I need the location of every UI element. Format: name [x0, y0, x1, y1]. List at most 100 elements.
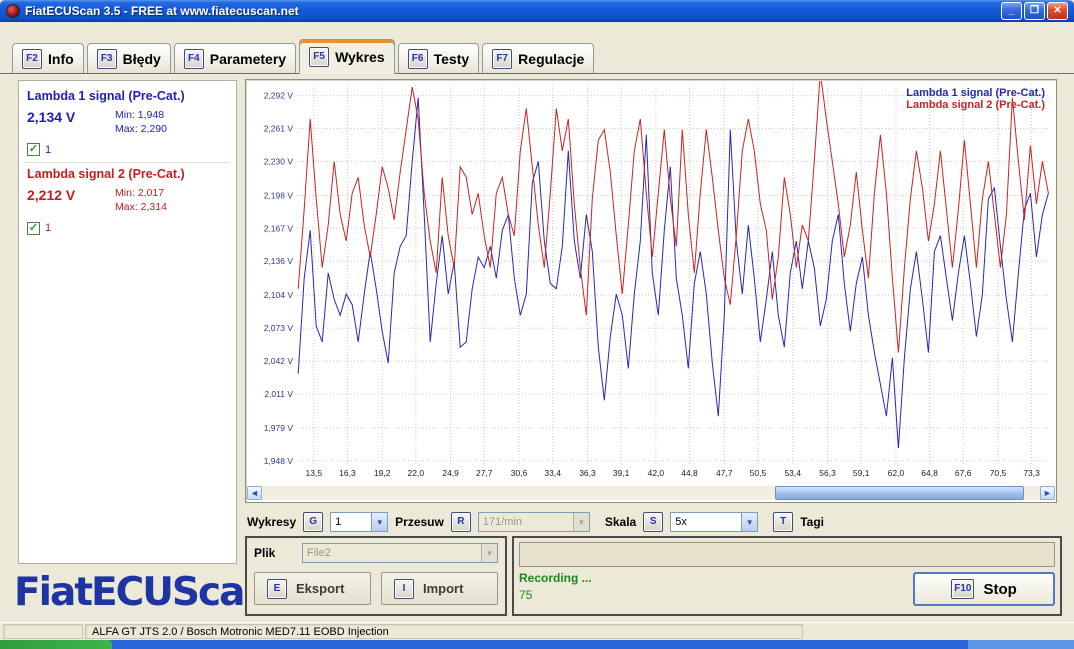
- chevron-down-icon: ▼: [481, 544, 497, 562]
- tab-info-label: Info: [48, 51, 74, 67]
- vehicle-info: ALFA GT JTS 2.0 / Bosch Motronic MED7.11…: [85, 624, 803, 639]
- file-select-value: File2: [303, 547, 481, 559]
- tagi-label: Tagi: [800, 515, 824, 529]
- f7-keycap-icon: F7: [492, 49, 512, 69]
- recording-status: Recording ...: [519, 570, 913, 587]
- svg-text:2,261 V: 2,261 V: [264, 124, 294, 134]
- svg-text:Lambda 1 signal (Pre-Cat.): Lambda 1 signal (Pre-Cat.): [906, 87, 1045, 99]
- signal2-checkbox[interactable]: ✓: [27, 222, 40, 235]
- t-key-button[interactable]: T: [773, 512, 793, 532]
- chart: 1,948 V1,979 V2,011 V2,042 V2,073 V2,104…: [247, 81, 1055, 486]
- chart-controls: Wykresy G 1 ▼ Przesuw R 171/min ▼ Skala …: [247, 510, 1059, 534]
- signal-name: Lambda signal 2 (Pre-Cat.): [27, 167, 228, 181]
- svg-text:44,8: 44,8: [681, 468, 698, 478]
- svg-text:2,104 V: 2,104 V: [264, 290, 294, 300]
- svg-text:2,167 V: 2,167 V: [264, 223, 294, 233]
- tab-bledy-label: Błędy: [123, 51, 161, 67]
- signal1-checkbox[interactable]: ✓: [27, 143, 40, 156]
- svg-text:56,3: 56,3: [819, 468, 836, 478]
- svg-text:22,0: 22,0: [408, 468, 425, 478]
- svg-text:50,5: 50,5: [750, 468, 767, 478]
- przesuw-label: Przesuw: [395, 515, 444, 529]
- file-select: File2 ▼: [302, 543, 498, 563]
- f5-keycap-icon: F5: [309, 47, 329, 67]
- svg-text:30,6: 30,6: [511, 468, 528, 478]
- svg-text:2,198 V: 2,198 V: [264, 190, 294, 200]
- tab-wykres[interactable]: F5 Wykres: [299, 39, 395, 74]
- wykres-page: Lambda 1 signal (Pre-Cat.) 2,134 V Min: …: [0, 73, 1074, 622]
- f6-keycap-icon: F6: [408, 49, 428, 69]
- import-button[interactable]: I Import: [381, 572, 498, 605]
- signal-max: Max: 2,290: [115, 123, 167, 135]
- stop-button[interactable]: F10 Stop: [913, 572, 1055, 606]
- przesuw-select-value: 171/min: [479, 516, 573, 528]
- svg-text:24,9: 24,9: [442, 468, 459, 478]
- wykresy-select-value: 1: [331, 516, 371, 528]
- tab-strip: F2 Info F3 Błędy F4 Parametery F5 Wykres…: [0, 22, 1074, 73]
- tab-testy-label: Testy: [434, 51, 470, 67]
- skala-select[interactable]: 5x ▼: [670, 512, 758, 532]
- svg-text:Lambda signal 2 (Pre-Cat.): Lambda signal 2 (Pre-Cat.): [906, 99, 1045, 111]
- svg-text:13,5: 13,5: [306, 468, 323, 478]
- scroll-right-icon[interactable]: ►: [1040, 486, 1055, 500]
- signal-channel: 1: [45, 222, 51, 234]
- fiatecuscan-logo: FiatECUScan: [14, 570, 240, 615]
- s-key-button[interactable]: S: [643, 512, 663, 532]
- g-key-button[interactable]: G: [303, 512, 323, 532]
- svg-text:42,0: 42,0: [648, 468, 665, 478]
- f3-keycap-icon: F3: [97, 49, 117, 69]
- r-key-button[interactable]: R: [451, 512, 471, 532]
- skala-select-value: 5x: [671, 516, 741, 528]
- signals-panel: Lambda 1 signal (Pre-Cat.) 2,134 V Min: …: [18, 80, 237, 564]
- tab-parametery[interactable]: F4 Parametery: [174, 43, 296, 73]
- record-groupbox: Recording ... 75 F10 Stop: [512, 536, 1062, 616]
- scroll-left-icon[interactable]: ◄: [247, 486, 262, 500]
- svg-text:2,292 V: 2,292 V: [264, 91, 294, 101]
- system-tray: [968, 640, 1074, 649]
- signal-value: 2,212 V: [27, 187, 115, 203]
- svg-text:2,136 V: 2,136 V: [264, 256, 294, 266]
- signal-max: Max: 2,314: [115, 201, 167, 213]
- scroll-thumb[interactable]: [775, 486, 1024, 500]
- signal-min: Min: 1,948: [115, 109, 164, 121]
- maximize-button[interactable]: ❐: [1024, 2, 1045, 20]
- f10-keycap-icon: F10: [951, 579, 974, 599]
- signal-min: Min: 2,017: [115, 187, 164, 199]
- svg-text:27,7: 27,7: [476, 468, 493, 478]
- eksport-button[interactable]: E Eksport: [254, 572, 371, 605]
- tab-wykres-label: Wykres: [335, 49, 385, 65]
- recording-counter: 75: [519, 587, 913, 604]
- svg-text:67,6: 67,6: [955, 468, 972, 478]
- wykresy-label: Wykresy: [247, 515, 296, 529]
- tab-parametery-label: Parametery: [210, 51, 286, 67]
- skala-label: Skala: [605, 515, 636, 529]
- minimize-button[interactable]: _: [1001, 2, 1022, 20]
- file-groupbox: Plik File2 ▼ E Eksport I Import: [245, 536, 507, 616]
- chevron-down-icon: ▼: [741, 513, 757, 531]
- app-icon: [6, 4, 20, 18]
- app-window: FiatECUScan 3.5 - FREE at www.fiatecusca…: [0, 0, 1074, 649]
- signal-lambda2: Lambda signal 2 (Pre-Cat.) 2,212 V Min: …: [25, 162, 230, 240]
- signal-minmax: Min: 2,017 Max: 2,314: [115, 187, 167, 214]
- svg-text:33,4: 33,4: [544, 468, 561, 478]
- tab-bledy[interactable]: F3 Błędy: [87, 43, 171, 73]
- wykresy-select[interactable]: 1 ▼: [330, 512, 388, 532]
- tab-info[interactable]: F2 Info: [12, 43, 84, 73]
- close-button[interactable]: ✕: [1047, 2, 1068, 20]
- start-button[interactable]: [0, 640, 112, 649]
- svg-text:16,3: 16,3: [339, 468, 356, 478]
- chart-svg: 1,948 V1,979 V2,011 V2,042 V2,073 V2,104…: [247, 81, 1055, 481]
- svg-text:62,0: 62,0: [888, 468, 905, 478]
- svg-text:2,042 V: 2,042 V: [264, 356, 294, 366]
- svg-text:1,948 V: 1,948 V: [264, 456, 294, 466]
- svg-text:36,3: 36,3: [579, 468, 596, 478]
- scroll-track[interactable]: [262, 486, 1040, 500]
- window-title: FiatECUScan 3.5 - FREE at www.fiatecusca…: [25, 4, 1001, 18]
- tab-regulacje[interactable]: F7 Regulacje: [482, 43, 594, 73]
- chevron-down-icon: ▼: [371, 513, 387, 531]
- status-bar: ALFA GT JTS 2.0 / Bosch Motronic MED7.11…: [0, 622, 1074, 640]
- tab-testy[interactable]: F6 Testy: [398, 43, 480, 73]
- signal-minmax: Min: 1,948 Max: 2,290: [115, 109, 167, 136]
- status-cell-empty: [3, 624, 83, 639]
- svg-text:1,979 V: 1,979 V: [264, 423, 294, 433]
